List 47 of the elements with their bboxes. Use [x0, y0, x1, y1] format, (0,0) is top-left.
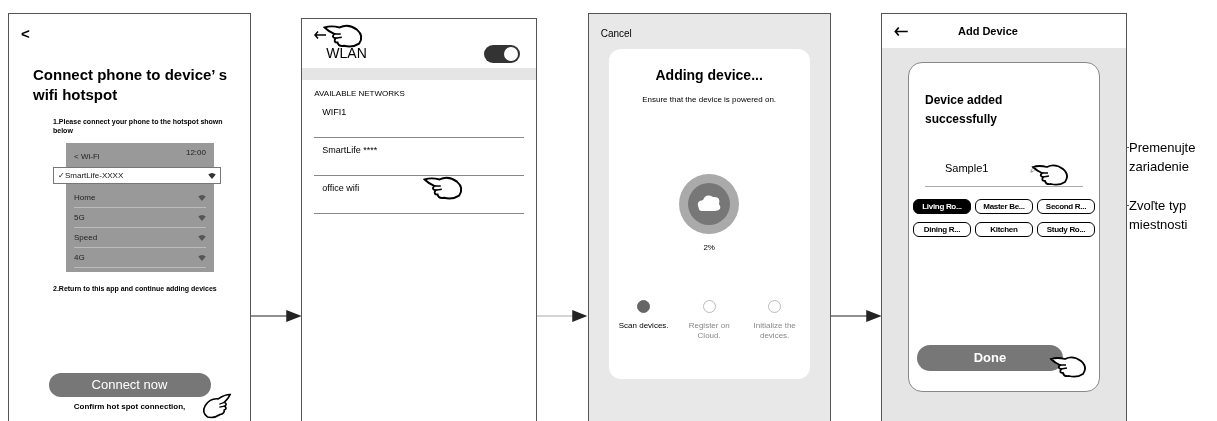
network-row[interactable]: WIFI1 — [314, 100, 525, 138]
step-label: Register on Cloud. — [687, 321, 731, 341]
screen-title: Connect phone to device’ s wifi hotspot — [33, 65, 229, 105]
wlan-toggle[interactable] — [484, 44, 521, 63]
card-subtitle: Ensure that the device is powered on. — [642, 94, 777, 106]
wifi-icon — [198, 234, 206, 241]
network-row[interactable]: SmartLife **** — [314, 138, 525, 176]
screen-title: Add Device — [958, 23, 1018, 39]
cloud-progress-icon — [679, 174, 740, 234]
network-row[interactable]: 4G — [74, 248, 206, 268]
network-row[interactable]: 5G — [74, 208, 206, 228]
pointing-hand-icon — [1031, 161, 1071, 187]
network-row[interactable]: ✓SmartLife-XXXX — [53, 167, 221, 184]
section-heading: AVAILABLE NETWORKS — [314, 88, 406, 100]
footnote-text: Confirm hot spot connection, — [72, 401, 187, 413]
room-chip[interactable]: Kitchen — [975, 222, 1033, 237]
progress-percent: 2% — [703, 242, 715, 254]
status-time: 12:00 — [185, 147, 206, 159]
annotation-label: Premenujte zariadenie — [1129, 139, 1197, 176]
room-chip[interactable]: Second R... — [1037, 199, 1095, 214]
network-row[interactable]: Home — [74, 188, 206, 208]
card-title: Adding device... — [655, 66, 763, 85]
annotation-label: Zvoľte typ miestnosti — [1129, 197, 1189, 234]
room-chip[interactable]: Study Ro... — [1037, 222, 1095, 237]
card-heading: Device added successfully — [925, 92, 1004, 128]
done-button[interactable]: Done — [917, 345, 1063, 371]
arrow-icon — [830, 309, 881, 322]
list-header: < Wi-Fi — [74, 151, 100, 163]
network-row[interactable]: Speed — [74, 228, 206, 248]
room-chip[interactable]: Dining R... — [913, 222, 971, 237]
back-button[interactable]: < — [21, 26, 238, 41]
arrow-icon — [537, 309, 588, 322]
wifi-icon — [208, 172, 216, 179]
wifi-icon — [198, 254, 206, 261]
cancel-button[interactable]: Cancel — [600, 26, 810, 41]
step-label: Scan devices. — [618, 321, 669, 331]
back-arrow-icon[interactable] — [314, 31, 327, 39]
wlan-label: WLAN — [326, 44, 367, 63]
pointing-hand-icon — [1049, 353, 1089, 379]
back-arrow-icon[interactable] — [894, 26, 908, 36]
room-chip[interactable]: Master Be... — [975, 199, 1033, 214]
step-label: Initialize the devices. — [752, 321, 797, 341]
connect-button[interactable]: Connect now — [48, 373, 211, 397]
room-chip[interactable]: Living Ro... — [913, 199, 971, 214]
arrow-icon — [251, 309, 302, 322]
wifi-icon — [198, 214, 206, 221]
wifi-icon — [198, 194, 206, 201]
